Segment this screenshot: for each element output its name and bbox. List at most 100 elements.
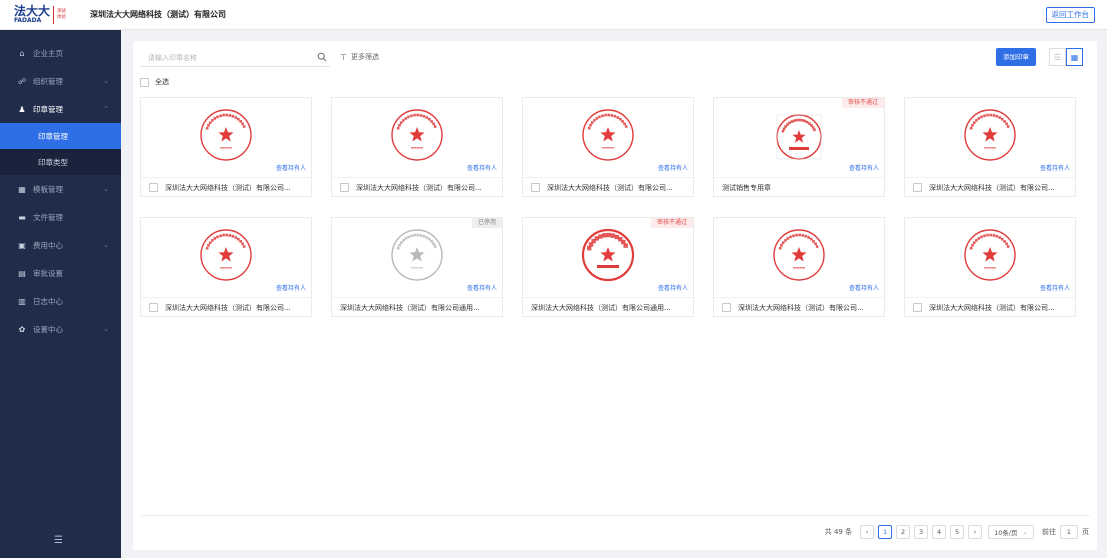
logo-divider xyxy=(53,5,55,24)
search-box xyxy=(140,49,330,67)
sidebar-item[interactable]: ▦ 模板管理 ⌄ xyxy=(0,175,121,203)
seal-card[interactable]: 查看持有人深圳法大大网络科技（测试）有限公司... xyxy=(522,97,694,197)
select-all-checkbox[interactable] xyxy=(140,77,149,87)
sidebar-item-label: 文件管理 xyxy=(33,212,63,222)
seal-name: 深圳法大大网络科技（测试）有限公司... xyxy=(929,183,1055,192)
seal-preview: 查看持有人 xyxy=(523,98,693,176)
sidebar-subitem[interactable]: 印章类型 xyxy=(0,149,121,175)
view-holders-link[interactable]: 查看持有人 xyxy=(276,283,306,292)
search-icon[interactable] xyxy=(317,52,327,62)
seal-preview: 审核不通过查看持有人 xyxy=(523,218,693,296)
logo-text: 法大大 xyxy=(14,4,51,18)
prev-page-button[interactable]: ‹ xyxy=(860,525,875,539)
total-count: 共 49 条 xyxy=(824,528,853,536)
chevron-down-icon: ⌄ xyxy=(103,241,109,249)
goto-label: 前往 xyxy=(1042,528,1056,536)
seal-card[interactable]: 查看持有人深圳法大大网络科技（测试）有限公司... xyxy=(713,217,885,317)
sidebar-item[interactable]: ▬ 文件管理 xyxy=(0,203,121,231)
seal-card[interactable]: 已停用 查看持有人深圳法大大网络科技（测试）有限公司通用... xyxy=(331,217,503,317)
org-icon: ☍ xyxy=(17,76,27,86)
seal-name: 深圳法大大网络科技（测试）有限公司... xyxy=(165,303,291,312)
view-holders-link[interactable]: 查看持有人 xyxy=(276,163,306,172)
goto-page-input[interactable]: 1 xyxy=(1060,525,1078,539)
seal-name: 深圳法大大网络科技（测试）有限公司通用... xyxy=(340,303,480,312)
seal-name: 深圳法大大网络科技（测试）有限公司... xyxy=(929,303,1055,312)
page-number-button[interactable]: 1 xyxy=(878,525,893,539)
seal-user-icon: ♟ xyxy=(18,104,26,114)
seal-card[interactable]: 审核不通过 查看持有人 测试销售专用章 xyxy=(713,97,885,197)
select-all-label: 全选 xyxy=(155,78,169,86)
page-number-button[interactable]: 4 xyxy=(932,525,947,539)
view-holders-link[interactable]: 查看持有人 xyxy=(1040,283,1070,292)
chevron-down-icon: ⌄ xyxy=(103,77,109,85)
view-holders-link[interactable]: 查看持有人 xyxy=(658,283,688,292)
seal-card[interactable]: 查看持有人 深圳法大大网络科技（测试）有限公司... xyxy=(331,97,503,197)
next-page-button[interactable]: › xyxy=(968,525,983,539)
sidebar-item[interactable]: ⌂ 企业主页 xyxy=(0,39,121,67)
seal-checkbox[interactable] xyxy=(340,183,349,192)
chevron-up-icon: ⌃ xyxy=(103,105,109,113)
status-badge: 审核不通过 xyxy=(650,218,693,228)
seal-search-input[interactable] xyxy=(140,53,305,62)
select-all[interactable]: 全选 xyxy=(140,77,169,87)
back-to-workbench-button[interactable]: 返回工作台 xyxy=(1045,7,1095,23)
sidebar-item-label: 组织管理 xyxy=(33,76,63,86)
template-icon: ▦ xyxy=(18,184,26,194)
seal-card-footer: 深圳法大大网络科技（测试）有限公司... xyxy=(714,297,884,317)
seal-card[interactable]: 查看持有人深圳法大大网络科技（测试）有限公司... xyxy=(904,97,1076,197)
seal-name: 深圳法大大网络科技（测试）有限公司... xyxy=(738,303,864,312)
goto-suffix: 页 xyxy=(1082,528,1089,536)
view-holders-link[interactable]: 查看持有人 xyxy=(467,283,497,292)
logo-subtext: FADADA xyxy=(14,17,42,24)
sidebar-item[interactable]: ▤ 审批设置 xyxy=(0,259,121,287)
env-badge: 测试 体验 xyxy=(57,9,67,20)
seal-image xyxy=(962,107,1018,163)
sidebar-item[interactable]: ☍ 组织管理 ⌄ xyxy=(0,67,121,95)
view-holders-link[interactable]: 查看持有人 xyxy=(658,163,688,172)
sidebar-subitem[interactable]: 印章管理 xyxy=(0,123,121,149)
company-name[interactable]: 深圳法大大网络科技（测试）有限公司 xyxy=(90,9,226,20)
seal-card[interactable]: 审核不通过 查看持有人 深圳法大大网络科技（测试）有限公司通用... xyxy=(522,217,694,317)
page-size-select[interactable]: 10条/页 ⌄ xyxy=(988,525,1034,539)
seal-checkbox[interactable] xyxy=(913,183,922,192)
sidebar-item[interactable]: ▣ 费用中心 ⌄ xyxy=(0,231,121,259)
page-number-button[interactable]: 2 xyxy=(896,525,911,539)
view-holders-link[interactable]: 查看持有人 xyxy=(849,163,879,172)
sidebar-item[interactable]: ✿ 设置中心 ⌄ xyxy=(0,315,121,343)
sidebar-item-label: 印章管理 xyxy=(33,104,63,114)
view-holders-link[interactable]: 查看持有人 xyxy=(1040,163,1070,172)
sidebar-item[interactable]: ▥ 日志中心 xyxy=(0,287,121,315)
list-view-icon[interactable]: ☰ xyxy=(1049,48,1066,66)
top-bar: 法大大 FADADA 测试 体验 深圳法大大网络科技（测试）有限公司 返回工作台 xyxy=(0,0,1107,30)
seal-checkbox[interactable] xyxy=(149,303,158,312)
seal-checkbox[interactable] xyxy=(913,303,922,312)
seal-checkbox[interactable] xyxy=(531,183,540,192)
view-holders-link[interactable]: 查看持有人 xyxy=(467,163,497,172)
seal-checkbox[interactable] xyxy=(722,303,731,312)
page-number-button[interactable]: 5 xyxy=(950,525,965,539)
add-seal-button[interactable]: 添加印章 xyxy=(996,48,1036,66)
fadada-logo[interactable]: 法大大 FADADA 测试 体验 xyxy=(14,4,66,26)
fee-icon: ▣ xyxy=(18,240,26,250)
page-number-button[interactable]: 3 xyxy=(914,525,929,539)
seal-card[interactable]: 查看持有人深圳法大大网络科技（测试）有限公司... xyxy=(904,217,1076,317)
grid-view-icon[interactable]: ▦ xyxy=(1066,48,1083,66)
seal-card[interactable]: 查看持有人深圳法大大网络科技（测试）有限公司... xyxy=(140,217,312,317)
chevron-down-icon: ⌄ xyxy=(103,325,109,333)
seal-preview: 查看持有人 xyxy=(141,98,311,176)
approval-icon: ▤ xyxy=(18,268,26,278)
view-toggle: ☰ ▦ xyxy=(1049,48,1083,66)
view-holders-link[interactable]: 查看持有人 xyxy=(849,283,879,292)
seal-card-footer: 测试销售专用章 xyxy=(714,177,884,197)
seal-name: 深圳法大大网络科技（测试）有限公司... xyxy=(547,183,673,192)
sidebar: ⌂ 企业主页 ☍ 组织管理 ⌄ ♟ 印章管理 ⌃ 印章管理 印章类型 ▦ 模板管理 ⌄ ▬ 文件管理 ▣ 费用中… xyxy=(0,30,121,558)
seal-image xyxy=(580,107,636,163)
seal-checkbox[interactable] xyxy=(149,183,158,192)
more-filter-button[interactable]: ⊤ 更多筛选 xyxy=(340,52,379,62)
seal-name: 深圳法大大网络科技（测试）有限公司... xyxy=(165,183,291,192)
seal-card[interactable]: 查看持有人深圳法大大网络科技（测试）有限公司... xyxy=(140,97,312,197)
settings-icon: ✿ xyxy=(18,324,26,334)
seal-preview: 已停用 查看持有人 xyxy=(332,218,502,296)
collapse-sidebar-icon[interactable]: ☰ xyxy=(54,535,63,546)
sidebar-item[interactable]: ♟ 印章管理 ⌃ xyxy=(0,95,121,123)
